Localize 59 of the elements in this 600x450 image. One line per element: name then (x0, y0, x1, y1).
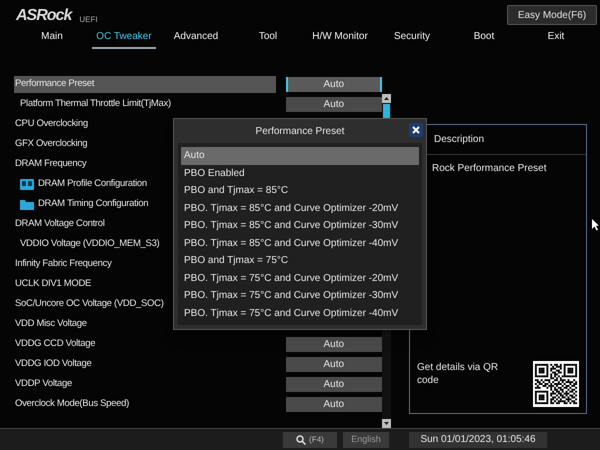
preset-option[interactable]: PBO. Tjmax = 85°C and Curve Optimizer -20mV (181, 200, 419, 217)
menu-tab[interactable]: Security (390, 29, 434, 49)
logo-suffix: UEFI (79, 16, 98, 24)
setting-row[interactable]: VDDG IOD Voltage (14, 356, 276, 373)
language-button[interactable]: English (343, 432, 389, 448)
preset-option[interactable]: PBO Enabled (181, 164, 419, 182)
setting-value-field[interactable]: Auto (286, 336, 382, 352)
setting-label: VDD Misc Voltage (15, 317, 87, 332)
close-button[interactable] (409, 123, 423, 137)
setting-row[interactable]: Overclock Mode(Bus Speed) (14, 396, 276, 413)
setting-row[interactable]: VDDG CCD Voltage (14, 336, 276, 353)
brand-logo: ASRock (16, 8, 72, 24)
preset-option[interactable]: PBO. Tjmax = 85°C and Curve Optimizer -30mV (181, 217, 419, 234)
scroll-up-icon[interactable] (382, 94, 391, 104)
menu-tab[interactable]: Boot (470, 29, 498, 49)
setting-value-field[interactable]: Auto (286, 356, 382, 372)
menu-tab[interactable]: Main (37, 29, 67, 49)
setting-value-field[interactable]: Auto (286, 396, 382, 412)
setting-label: Overclock Mode(Bus Speed) (15, 397, 129, 412)
setting-label: GFX Overclocking (15, 137, 88, 152)
preset-option[interactable]: PBO and Tjmax = 85°C (181, 182, 419, 200)
setting-label: VDDG IOD Voltage (15, 357, 92, 372)
preset-option[interactable]: PBO. Tjmax = 75°C and Curve Optimizer -30mV (181, 287, 419, 304)
preset-option[interactable]: PBO and Tjmax = 75°C (181, 252, 419, 270)
setting-value-field[interactable]: Auto (286, 376, 382, 392)
setting-label: DRAM Timing Configuration (38, 197, 148, 212)
search-icon (296, 434, 306, 445)
datetime-display: Sun 01/01/2023, 01:05:46 (409, 432, 547, 448)
description-title: Description (434, 133, 484, 148)
easy-mode-button[interactable]: Easy Mode(F6) (507, 5, 597, 25)
preset-option[interactable]: PBO. Tjmax = 85°C and Curve Optimizer -40mV (181, 234, 419, 252)
qr-code-icon (533, 361, 579, 408)
menu-tab[interactable]: Advanced (170, 29, 222, 49)
setting-label: VDDG CCD Voltage (15, 337, 96, 352)
folder-icon (20, 198, 34, 210)
preset-option[interactable]: Auto (181, 147, 419, 164)
menu-tab[interactable]: H/W Monitor (308, 29, 372, 49)
setting-label: DRAM Profile Configuration (38, 177, 147, 192)
menu-tab[interactable]: OC Tweaker (92, 29, 156, 49)
setting-value-field[interactable]: Auto (286, 96, 382, 112)
setting-label: Performance Preset (15, 77, 94, 92)
pointer-icon (592, 219, 600, 231)
dialog-title: Performance Preset (256, 124, 344, 138)
setting-label: Platform Thermal Throttle Limit(TjMax) (20, 97, 171, 112)
description-text: Rock Performance Preset (431, 162, 548, 176)
menu-tab[interactable]: Tool (254, 29, 282, 49)
setting-label: VDDP Voltage (15, 377, 72, 392)
scroll-down-icon[interactable] (382, 419, 391, 428)
menu-tab[interactable]: Exit (544, 29, 568, 49)
setting-row[interactable]: Platform Thermal Throttle Limit(TjMax) (14, 96, 276, 113)
preset-option[interactable]: PBO. Tjmax = 75°C and Curve Optimizer -20mV (181, 270, 419, 287)
close-icon (412, 126, 420, 134)
qr-hint-text: Get details via QR code (417, 361, 500, 388)
search-button[interactable]: (F4) (283, 432, 337, 448)
setting-value-field[interactable]: Auto (286, 76, 382, 92)
setting-row[interactable]: VDDP Voltage (14, 376, 276, 393)
memory-module-icon (20, 178, 34, 190)
setting-row[interactable]: Performance Preset (14, 76, 276, 93)
preset-option[interactable]: PBO. Tjmax = 75°C and Curve Optimizer -40mV (181, 304, 419, 322)
